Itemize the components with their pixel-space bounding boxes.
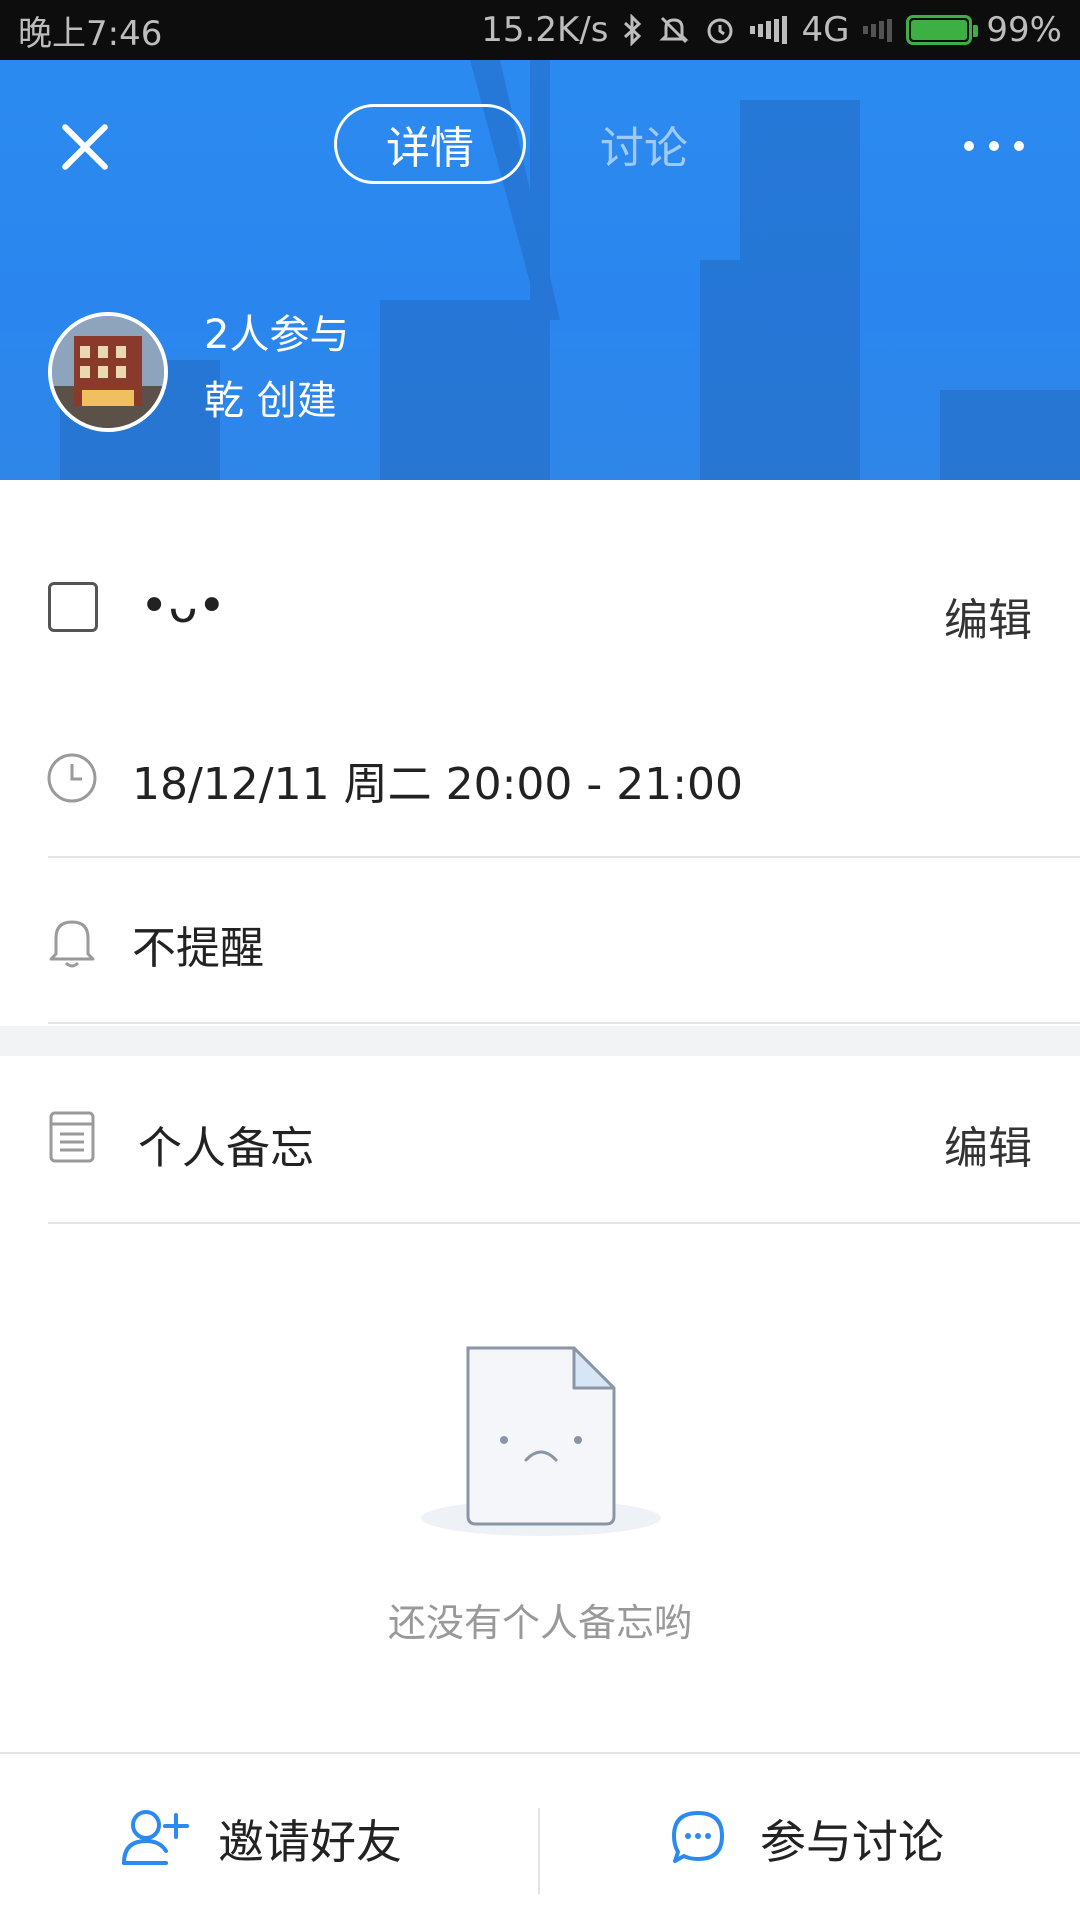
- status-time: 晚上7:46: [18, 13, 163, 54]
- complete-checkbox[interactable]: [48, 582, 98, 632]
- status-indicators: 15.2K/s 4G 99%: [481, 10, 1062, 50]
- creator-avatar[interactable]: [48, 312, 168, 432]
- participant-count[interactable]: 2人参与: [204, 302, 349, 360]
- divider: [538, 1808, 540, 1894]
- event-header: 详情 讨论 2人参与 乾 创建: [0, 60, 1080, 480]
- chat-bubble-icon: [670, 1809, 726, 1869]
- signal-icon: [750, 16, 788, 44]
- invite-friends-button[interactable]: 邀请好友: [120, 1794, 402, 1884]
- status-bar: 晚上7:46 15.2K/s 4G 99%: [0, 0, 1080, 60]
- event-time-row[interactable]: 18/12/11 周二 20:00 - 21:00: [0, 710, 1080, 856]
- tab-detail[interactable]: 详情: [334, 104, 526, 184]
- bell-icon: [46, 914, 98, 974]
- network-speed: 15.2K/s: [481, 10, 609, 50]
- edit-event-button[interactable]: 编辑: [944, 584, 1032, 648]
- clock-icon: [46, 752, 98, 808]
- reminder-row[interactable]: 不提醒: [0, 858, 1080, 1022]
- bottom-action-bar: 邀请好友 参与讨论: [0, 1752, 1080, 1920]
- divider: [48, 1222, 1080, 1224]
- memo-title: 个人备忘: [138, 1123, 314, 1174]
- battery-icon: [906, 15, 979, 45]
- more-options-button[interactable]: [964, 136, 1024, 156]
- network-type: 4G: [801, 10, 850, 50]
- add-user-icon: [120, 1807, 190, 1871]
- divider: [48, 1022, 1080, 1024]
- mute-icon: [658, 14, 690, 46]
- signal-empty-icon: [863, 16, 893, 44]
- event-title: •ᴗ•: [140, 578, 226, 634]
- close-button[interactable]: [56, 118, 112, 174]
- creator-label: 乾 创建: [204, 378, 337, 424]
- event-time: 18/12/11 周二 20:00 - 21:00: [132, 759, 744, 810]
- alarm-icon: [704, 14, 736, 46]
- city-skyline-background: [60, 60, 1080, 480]
- empty-memo-message: 还没有个人备忘哟: [387, 1601, 692, 1645]
- note-icon: [48, 1110, 96, 1168]
- battery-level: 99%: [986, 10, 1062, 50]
- invite-friends-label: 邀请好友: [218, 1815, 402, 1869]
- tab-discussion[interactable]: 讨论: [600, 104, 688, 184]
- edit-memo-button[interactable]: 编辑: [944, 1112, 1032, 1176]
- reminder-value: 不提醒: [132, 923, 264, 974]
- section-gap: [0, 1026, 1080, 1056]
- join-discussion-button[interactable]: 参与讨论: [670, 1794, 944, 1884]
- memo-row: 个人备忘 编辑: [0, 1056, 1080, 1224]
- join-discussion-label: 参与讨论: [760, 1815, 944, 1869]
- event-title-row: •ᴗ• 编辑: [0, 540, 1080, 670]
- bluetooth-icon: [622, 14, 644, 46]
- empty-document-icon: [421, 1346, 661, 1536]
